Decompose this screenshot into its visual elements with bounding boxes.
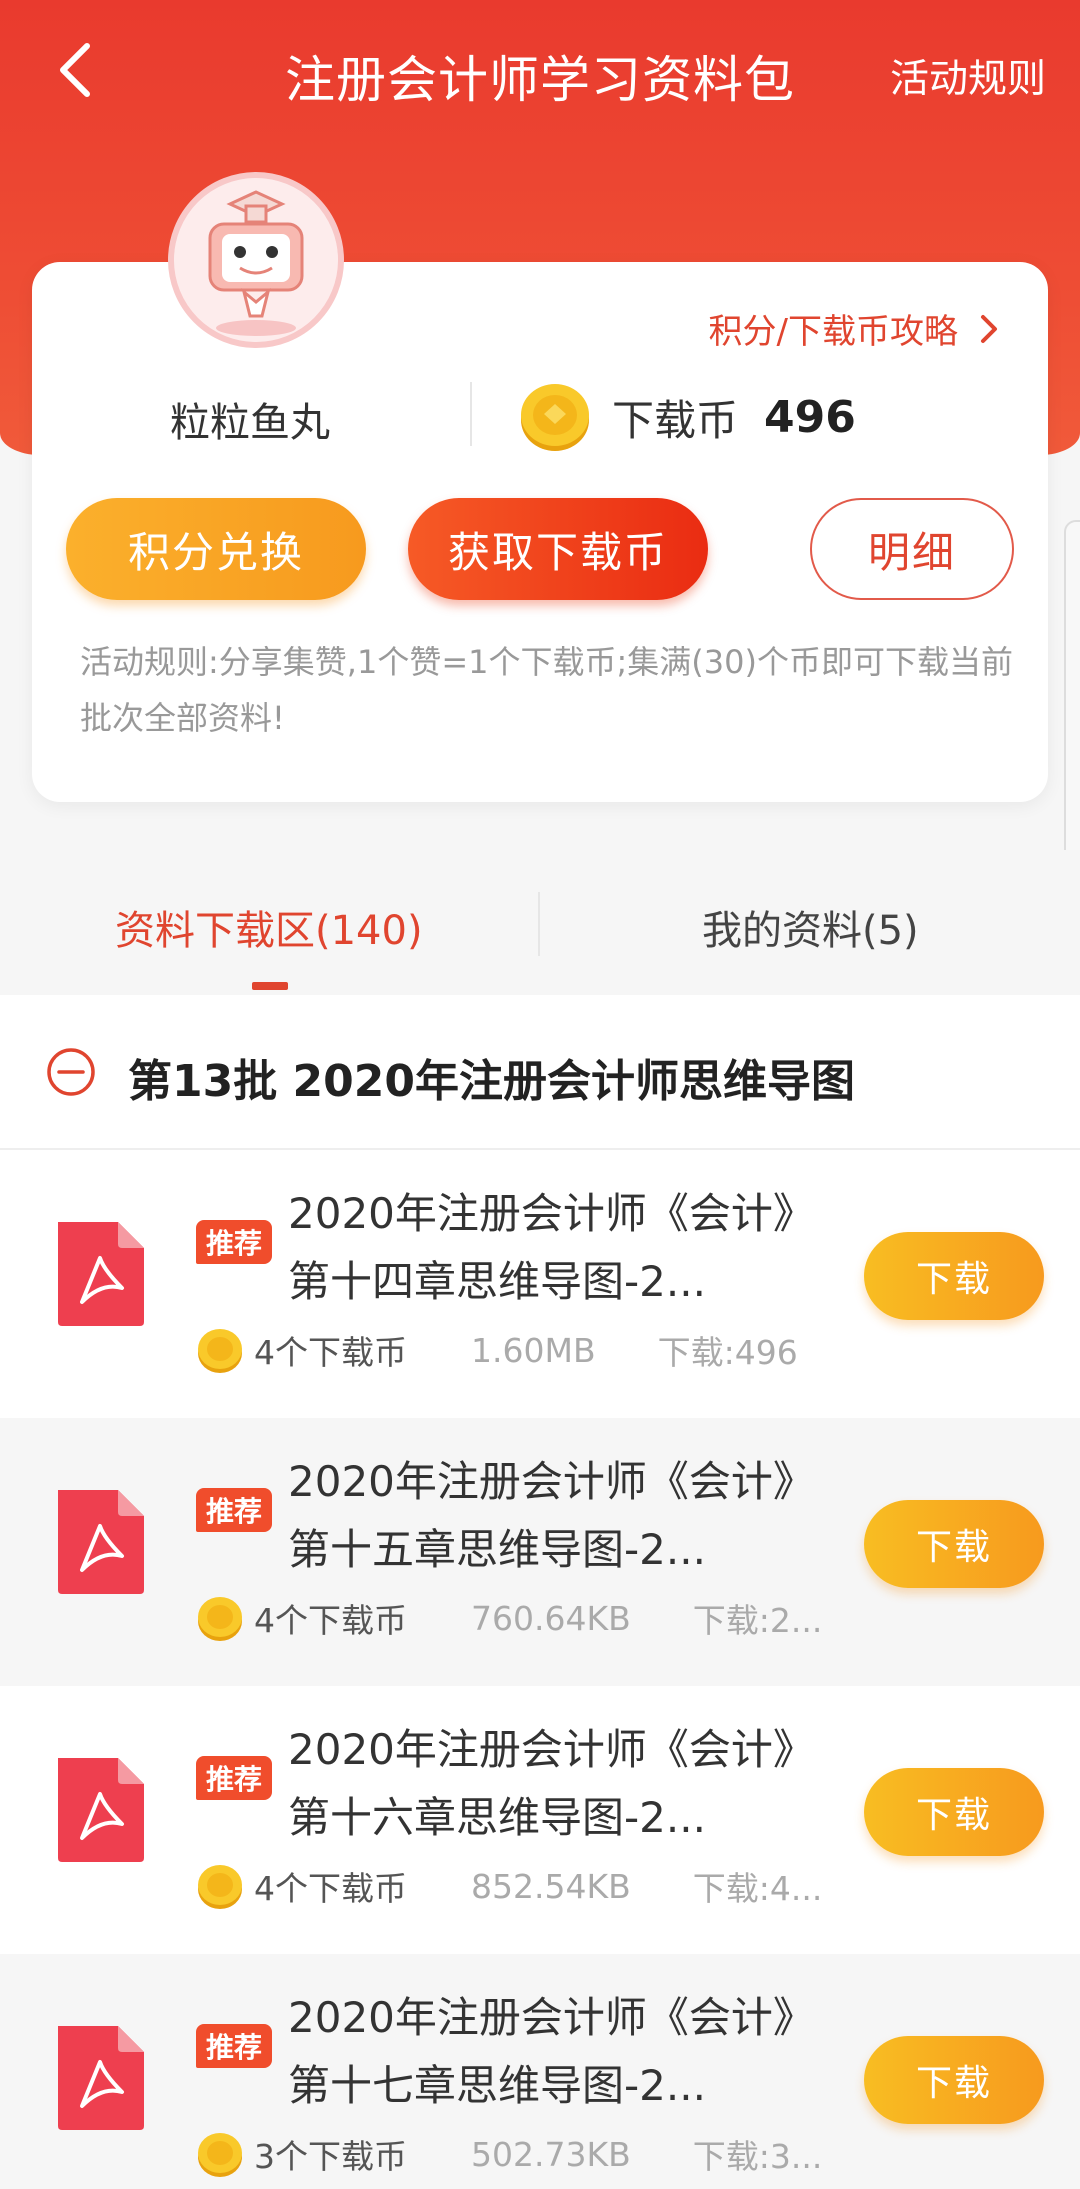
user-card: 积分/下载币攻略 粒粒鱼丸 下载币 496 积分兑换 获取下载币 明细 活动规则… [32,262,1048,802]
download-button[interactable]: 下载 [864,1768,1044,1856]
username: 粒粒鱼丸 [170,400,330,446]
tab-divider [538,892,540,956]
coin-strategy-link[interactable]: 积分/下载币攻略 [709,304,998,353]
top-bar: 注册会计师学习资料包 活动规则 [0,0,1080,150]
coin-icon [521,384,589,451]
coin-balance: 下载币 496 [518,380,856,454]
list-item[interactable]: 推荐 2020年注册会计师《会计》第十四章思维导图-2... 4个下载币 1.6… [0,1150,1080,1418]
pdf-file-icon [58,2026,144,2130]
item-download-count: 下载:2... [692,1601,823,1640]
item-download-count: 下载:3... [692,2137,823,2176]
coin-icon [198,1329,242,1373]
pdf-file-icon [58,1758,144,1862]
download-button[interactable]: 下载 [864,1500,1044,1588]
recommend-badge: 推荐 [196,1488,272,1532]
coin-icon [198,1597,242,1641]
download-button[interactable]: 下载 [864,1232,1044,1320]
batch-section-header[interactable]: 第13批 2020年注册会计师思维导图 [0,995,1080,1150]
pdf-file-icon [58,1490,144,1594]
list-item[interactable]: 推荐 2020年注册会计师《会计》第十五章思维导图-2... 4个下载币 760… [0,1418,1080,1686]
coin-icon [198,2133,242,2177]
item-size: 1.60MB [471,1330,596,1370]
item-meta: 4个下载币 760.64KB 下载:2... [196,1594,822,1642]
detail-button[interactable]: 明细 [810,498,1014,600]
tab-bar: 资料下载区(140) 我的资料(5) [0,850,1080,995]
item-meta: 3个下载币 502.73KB 下载:3... [196,2130,822,2178]
item-title[interactable]: 2020年注册会计师《会计》第十四章思维导图-2... [288,1180,808,1316]
list-item[interactable]: 推荐 2020年注册会计师《会计》第十七章思维导图-2... 3个下载币 502… [0,1954,1080,2189]
item-cost: 4个下载币 [254,1869,407,1908]
activity-rule-text: 活动规则:分享集赞,1个赞=1个下载币;集满(30)个币即可下载当前批次全部资料… [80,643,1013,737]
item-cost: 4个下载币 [254,1333,407,1372]
item-download-count: 下载:4... [692,1869,823,1908]
get-coins-button[interactable]: 获取下载币 [408,498,708,600]
recommend-badge: 推荐 [196,1220,272,1264]
download-button[interactable]: 下载 [864,2036,1044,2124]
item-size: 852.54KB [471,1866,631,1906]
item-size: 502.73KB [471,2134,631,2174]
divider [470,382,472,446]
chevron-right-icon [981,314,997,343]
coin-strategy-label: 积分/下载币攻略 [708,312,958,352]
item-title[interactable]: 2020年注册会计师《会计》第十七章思维导图-2... [288,1984,808,2120]
collapse-minus-icon[interactable] [46,1047,96,1097]
pdf-file-icon [58,1222,144,1326]
item-download-count: 下载:496 [657,1333,798,1372]
avatar[interactable] [168,172,344,348]
item-meta: 4个下载币 1.60MB 下载:496 [196,1326,798,1374]
item-cost: 3个下载币 [254,2137,407,2176]
coin-icon [198,1865,242,1909]
item-cost: 4个下载币 [254,1601,407,1640]
item-title[interactable]: 2020年注册会计师《会计》第十五章思维导图-2... [288,1448,808,1584]
recommend-badge: 推荐 [196,1756,272,1800]
coin-value: 496 [764,391,856,443]
tab-my-materials[interactable]: 我的资料(5) [702,898,919,956]
item-size: 760.64KB [471,1598,631,1638]
item-title[interactable]: 2020年注册会计师《会计》第十六章思维导图-2... [288,1716,808,1852]
list-item[interactable]: 推荐 2020年注册会计师《会计》第十六章思维导图-2... 4个下载币 852… [0,1686,1080,1954]
tab-download-area[interactable]: 资料下载区(140) [115,898,423,956]
coin-label: 下载币 [612,395,739,445]
points-exchange-button[interactable]: 积分兑换 [66,498,366,600]
activity-rules-link[interactable]: 活动规则 [890,48,1046,104]
recommend-badge: 推荐 [196,2024,272,2068]
section-title: 第13批 2020年注册会计师思维导图 [128,1056,856,1107]
mascot-avatar-icon [174,178,338,342]
item-meta: 4个下载币 852.54KB 下载:4... [196,1862,822,1910]
tab-active-indicator [252,982,288,990]
